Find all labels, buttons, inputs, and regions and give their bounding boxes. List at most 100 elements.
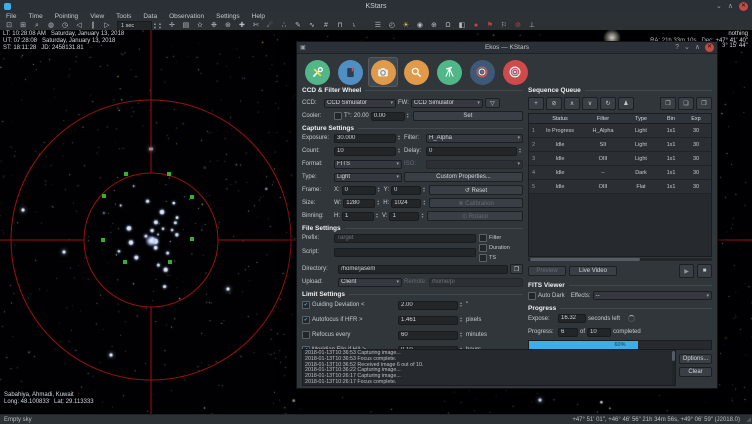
cooler-checkbox[interactable] (334, 112, 342, 120)
location-box-icon[interactable]: ◉ (413, 21, 427, 30)
upload-select[interactable]: Client▾ (338, 278, 402, 287)
refocus-checkbox[interactable] (302, 331, 310, 339)
menu-item-time[interactable]: Time (22, 13, 48, 21)
filter-select[interactable]: H_Alpha▾ (426, 134, 523, 143)
add-job-icon[interactable]: + (528, 97, 544, 110)
zoom-to-fit-icon[interactable]: ⊞ (16, 21, 30, 30)
refocus-input[interactable]: 60 (398, 331, 458, 340)
step-backward-icon[interactable]: ◁ (72, 21, 86, 30)
resize-grip[interactable]: ◢ (746, 416, 751, 423)
custom-properties-button[interactable]: Custom Properties... (404, 172, 523, 182)
sequence-hscrollbar[interactable] (528, 258, 712, 261)
focus-box-icon[interactable]: ☀ (399, 21, 413, 30)
options-button[interactable]: Options... (679, 354, 712, 364)
minimize-icon[interactable]: ⌄ (716, 2, 722, 11)
stars-icon[interactable]: ✫ (193, 21, 207, 30)
sequence-job-row[interactable]: 1 In Progress H_Alpha Light 1x1 30 (529, 124, 711, 138)
sequence-job-row[interactable]: 4 Idle -- Dark 1x1 30 (529, 166, 711, 180)
record-icon[interactable]: ● (469, 21, 483, 30)
select-fov-icon[interactable]: ⊡ (2, 21, 16, 30)
close-icon[interactable]: ✕ (739, 2, 748, 11)
size-w-input[interactable]: 1280 (343, 199, 375, 208)
binning-v-input[interactable]: 1 (389, 212, 419, 221)
step-forward-icon[interactable]: ▷ (100, 21, 114, 30)
menu-item-observation[interactable]: Observation (163, 13, 210, 21)
tab-guide[interactable] (500, 57, 530, 87)
open-sequence-icon[interactable]: ❒ (660, 97, 676, 110)
tab-scheduler[interactable] (335, 57, 365, 87)
binning-h-input[interactable]: 1 (342, 212, 374, 221)
toggle-clock-icon[interactable]: ∥ (86, 21, 100, 30)
add-label-icon[interactable]: ✚ (235, 21, 249, 30)
time-box-icon[interactable]: ◴ (385, 21, 399, 30)
autofocus-hfr-input[interactable]: 1.461 (398, 316, 458, 325)
prioritize-job-icon[interactable]: ♟ (618, 97, 634, 110)
script-input[interactable] (334, 248, 476, 257)
delay-input[interactable]: 0 (426, 147, 517, 156)
telescope-crosshair-icon[interactable]: ⊕ (427, 21, 441, 30)
set-time-icon[interactable]: ◷ (58, 21, 72, 30)
prefix-input[interactable]: Target (334, 234, 476, 243)
tab-align[interactable] (467, 57, 497, 87)
temperature-setpoint[interactable]: 0.00 (371, 112, 405, 121)
constellation-art-icon[interactable]: ✎ (291, 21, 305, 30)
tab-focus[interactable] (401, 57, 431, 87)
save-sequence-icon[interactable]: ❑ (678, 97, 694, 110)
set-location-icon[interactable]: ◍ (44, 21, 58, 30)
menu-item-file[interactable]: File (0, 13, 22, 21)
vertical-lock-icon[interactable]: ⊥ (525, 21, 539, 30)
milky-way-icon[interactable]: ∿ (305, 21, 319, 30)
set-temperature-button[interactable]: Set (413, 111, 523, 121)
prefix-duration-checkbox[interactable] (479, 244, 487, 252)
move-job-down-icon[interactable]: ∨ (582, 97, 598, 110)
satellites-icon[interactable]: ✄ (249, 21, 263, 30)
sequence-job-row[interactable]: 3 Idle OIII Light 1x1 30 (529, 152, 711, 166)
planets-icon[interactable]: ♄ (347, 21, 361, 30)
time-step-value[interactable]: 1 sec (117, 21, 152, 31)
ekos-close-icon[interactable]: ✕ (705, 43, 714, 52)
capture-log[interactable]: 2018-01-13T10:36:53 Capturing image...20… (302, 349, 676, 386)
remove-job-icon[interactable]: ⊘ (546, 97, 562, 110)
frame-y-input[interactable]: 0 (391, 186, 421, 195)
autofocus-hfr-checkbox[interactable] (302, 316, 310, 324)
help-icon[interactable]: ? (675, 43, 679, 52)
format-select[interactable]: FITS▾ (334, 160, 402, 169)
menu-item-view[interactable]: View (84, 13, 110, 21)
tab-mount[interactable] (434, 57, 464, 87)
count-input[interactable]: 10 (334, 147, 396, 156)
log-vscrollbar[interactable] (672, 350, 675, 385)
sequence-job-row[interactable]: 5 Idle OIII Flat 1x1 30 (529, 180, 711, 194)
filter-wheel-select[interactable]: CCD Simulator▾ (411, 99, 483, 108)
time-infobox[interactable]: LT: 10:28:08 AM Saturday, January 13, 20… (3, 31, 124, 52)
live-video-button[interactable]: Live Video (569, 266, 617, 276)
type-select[interactable]: Light▾ (334, 173, 402, 182)
move-job-up-icon[interactable]: ∧ (564, 97, 580, 110)
stop-sequence-button[interactable]: ■ (697, 264, 712, 278)
clear-log-button[interactable]: Clear (679, 367, 712, 377)
tab-setup[interactable] (302, 57, 332, 87)
flag-red-icon[interactable]: ⚑ (483, 21, 497, 30)
deep-sky-objects-icon[interactable]: ❉ (207, 21, 221, 30)
ekos-maximize-icon[interactable]: ∧ (695, 43, 700, 52)
menu-item-help[interactable]: Help (246, 13, 271, 21)
flag-white-icon[interactable]: ⚐ (497, 21, 511, 30)
auto-dark-checkbox[interactable] (528, 292, 536, 300)
save-sequence-as-icon[interactable]: ❐ (696, 97, 712, 110)
reset-frame-button[interactable]: ↺ Reset (429, 185, 523, 195)
ccd-select[interactable]: CCD Simulator▾ (324, 99, 396, 108)
start-sequence-button[interactable]: ▶ (679, 264, 694, 278)
lock-position-icon[interactable]: Ω (441, 21, 455, 30)
coordinate-grid-icon[interactable]: # (319, 21, 333, 30)
prefix-ts-checkbox[interactable] (479, 254, 487, 262)
exposure-input[interactable]: 30.000 (334, 134, 396, 143)
browse-directory-button[interactable]: ❒ (510, 264, 523, 274)
comets-icon[interactable]: ☄ (263, 21, 277, 30)
sky-image-icon[interactable]: ▤ (179, 21, 193, 30)
menu-item-settings[interactable]: Settings (210, 13, 246, 21)
effects-select[interactable]: --▾ (593, 291, 712, 300)
tab-capture[interactable] (368, 57, 398, 87)
color-scheme-icon[interactable]: ◧ (455, 21, 469, 30)
supernovae-icon[interactable]: ⊛ (221, 21, 235, 30)
find-object-icon[interactable]: ⌕ (30, 21, 44, 30)
time-step-spin-icon[interactable]: ▲▼ (153, 22, 157, 30)
